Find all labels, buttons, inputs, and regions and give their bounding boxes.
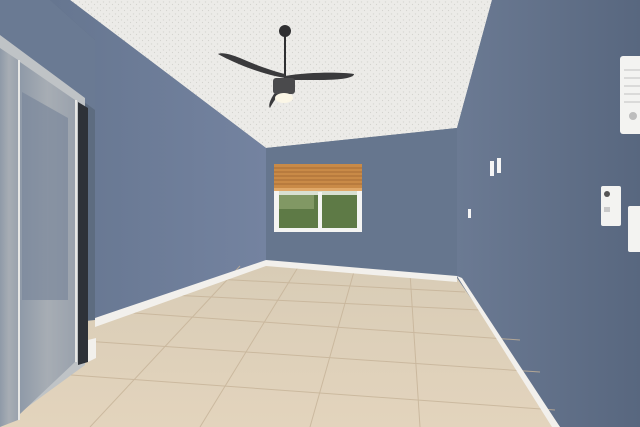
window-with-blinds-icon (274, 164, 362, 232)
room-photo (0, 0, 640, 427)
wall-air-vent-icon (620, 56, 640, 134)
room-illustration (0, 0, 640, 427)
